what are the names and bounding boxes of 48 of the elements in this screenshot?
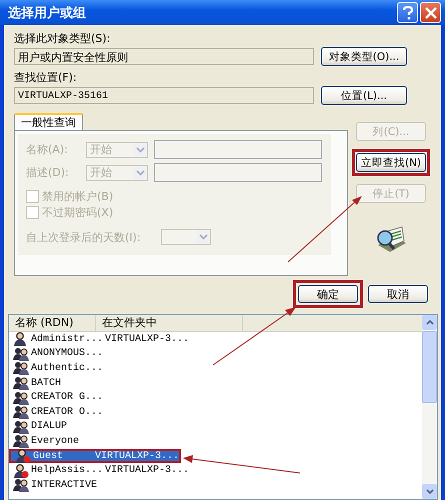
column-header[interactable]: 名称 (RDN): [9, 315, 96, 331]
result-row[interactable]: Authentic...: [9, 361, 181, 376]
result-row[interactable]: INTERACTIVE: [9, 478, 181, 493]
close-icon: [424, 6, 436, 18]
help-button[interactable]: [397, 2, 418, 23]
row-name: HelpAssis...: [31, 465, 104, 476]
scrollbar[interactable]: [422, 315, 437, 499]
description-label: 描述(D):: [26, 165, 70, 180]
close-button[interactable]: [420, 2, 441, 23]
checkbox-label: 不过期密码(X): [42, 205, 114, 220]
row-name: ANONYMOUS...: [31, 348, 104, 360]
result-row[interactable]: CREATOR G...: [9, 390, 181, 405]
result-row[interactable]: Everyone: [9, 434, 181, 449]
row-name: Authentic...: [31, 362, 104, 374]
row-name: CREATOR O...: [31, 406, 104, 418]
help-icon: [402, 6, 414, 20]
days-label: 自上次登录后的天数(I):: [26, 230, 141, 244]
scroll-down-button[interactable]: [422, 484, 437, 499]
row-name: BATCH: [31, 378, 62, 389]
locations-button[interactable]: 位置(L)...: [321, 86, 407, 105]
row-folder: VIRTUALXP-3...: [94, 450, 179, 462]
tab[interactable]: 一般性查询: [14, 113, 83, 130]
dialog-button[interactable]: 确定: [298, 285, 358, 303]
checkbox-label: 禁用的帐户(B): [42, 189, 114, 204]
side-button[interactable]: 立即查找(N): [356, 153, 426, 172]
name-label: 名称(A):: [26, 142, 69, 157]
object-types-button[interactable]: 对象类型(O)...: [321, 47, 407, 66]
row-folder: VIRTUALXP-3...: [105, 465, 190, 476]
row-name: DIALUP: [31, 421, 68, 432]
row-name: Administr...: [31, 334, 104, 345]
location-label: 查找位置(F):: [14, 70, 77, 86]
row-folder: VIRTUALXP-3...: [105, 334, 190, 345]
dialog-button[interactable]: 取消: [368, 285, 428, 303]
scroll-up-button[interactable]: [422, 315, 437, 330]
result-row[interactable]: BATCH: [9, 376, 181, 390]
result-row[interactable]: ANONYMOUS...: [9, 346, 181, 362]
result-row[interactable]: DIALUP: [9, 420, 181, 434]
row-name: Everyone: [31, 436, 80, 447]
window-title: 选择用户或组: [8, 4, 87, 22]
column-header[interactable]: 在文件夹中: [96, 315, 243, 331]
location-field: VIRTUALXP-35161: [14, 87, 314, 104]
row-name: CREATOR G...: [31, 392, 104, 404]
object-type-field: 用户或内置安全性原则: [14, 48, 314, 65]
row-name: INTERACTIVE: [31, 480, 98, 491]
object-type-label: 选择此对象类型(S):: [14, 31, 110, 47]
result-row[interactable]: CREATOR O...: [9, 404, 181, 420]
row-name: Guest: [33, 450, 64, 462]
scroll-thumb[interactable]: [422, 331, 437, 403]
